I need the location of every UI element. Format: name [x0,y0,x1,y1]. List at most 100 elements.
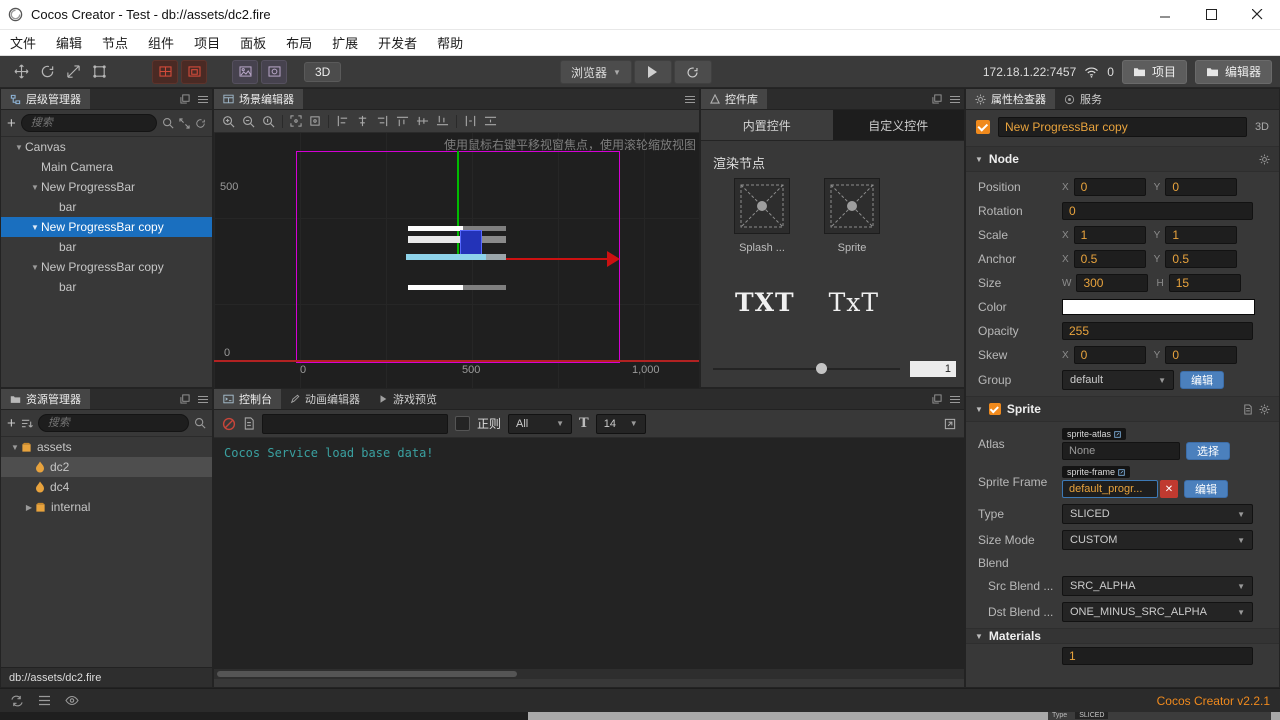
panel-menu-icon[interactable] [946,389,964,409]
open-project-button[interactable]: 项目 [1121,59,1187,84]
collapse-section-icon[interactable]: ▼ [975,405,983,414]
close-button[interactable] [1234,0,1280,29]
assets-search-input[interactable] [37,414,189,432]
node-name-input[interactable] [998,117,1247,137]
float-panel-icon[interactable] [176,389,194,409]
menu-file[interactable]: 文件 [0,30,46,55]
tab-inspector[interactable]: 属性检查器 [966,89,1055,109]
distribute-horizontal-icon[interactable] [464,115,477,127]
tab-widget-library[interactable]: 控件库 [701,89,767,109]
hierarchy-search-input[interactable] [20,114,157,132]
open-editor-button[interactable]: 编辑器 [1194,59,1272,84]
expand-arrow-icon[interactable]: ▼ [13,143,25,152]
image-tool-icon-2[interactable] [261,59,287,84]
sync-icon[interactable] [10,695,24,707]
menu-node[interactable]: 节点 [92,30,138,55]
font-size-dropdown[interactable]: 14 ▼ [595,413,646,434]
panel-menu-icon[interactable] [194,89,212,109]
collapse-section-icon[interactable]: ▼ [975,155,983,164]
tree-node-main-camera[interactable]: Main Camera [1,157,212,177]
minimize-button[interactable] [1142,0,1188,29]
widget-richtext[interactable]: TxT [829,288,879,317]
panel-menu-icon[interactable] [194,389,212,409]
position-y-input[interactable] [1165,178,1238,196]
sprite-atlas-badge[interactable]: sprite-atlas [1062,428,1127,440]
log-level-dropdown[interactable]: All ▼ [508,413,573,434]
console-log-area[interactable]: Cocos Service load base data! [214,438,964,669]
expand-all-icon[interactable] [179,117,190,129]
rotation-input[interactable] [1062,202,1253,220]
tab-builtin-widgets[interactable]: 内置控件 [701,110,833,140]
asset-folder-assets[interactable]: ▼ assets [1,437,212,457]
type-dropdown[interactable]: SLICED ▼ [1062,504,1253,524]
preview-target-dropdown[interactable]: 浏览器 ▼ [560,60,632,84]
widget-splash[interactable]: Splash ... [731,178,793,254]
skew-x-input[interactable] [1073,346,1146,364]
regex-checkbox[interactable] [455,416,470,431]
console-filter-input[interactable] [262,413,448,434]
maximize-button[interactable] [1188,0,1234,29]
align-right-icon[interactable] [376,115,389,127]
materials-size-input[interactable] [1062,647,1253,665]
create-asset-button[interactable]: + [7,416,16,431]
move-tool-icon[interactable] [8,61,34,83]
panel-menu-icon[interactable] [946,89,964,109]
widget-label[interactable]: TXT [735,288,795,317]
scene-viewport[interactable]: 使用鼠标右键平移视窗焦点，使用滚轮缩放视图 500 0 0 500 1,000 [214,133,699,391]
src-blend-dropdown[interactable]: SRC_ALPHA ▼ [1062,576,1253,596]
slider-thumb[interactable] [815,363,827,374]
eye-icon[interactable] [65,695,79,706]
tab-scene[interactable]: 场景编辑器 [214,89,303,109]
refresh-hierarchy-icon[interactable] [195,118,206,129]
expand-arrow-icon[interactable]: ▼ [9,443,21,452]
group-dropdown[interactable]: default ▼ [1062,370,1174,390]
selected-sprite-handle[interactable] [460,230,482,256]
tab-hierarchy[interactable]: 层级管理器 [1,89,90,109]
scrollbar-thumb[interactable] [217,671,517,677]
expand-arrow-icon[interactable]: ▼ [29,183,41,192]
zoom-out-icon[interactable] [242,115,255,128]
skew-y-input[interactable] [1165,346,1238,364]
red-tool-icon-1[interactable] [152,59,178,84]
anchor-y-input[interactable] [1165,250,1238,268]
group-edit-button[interactable]: 编辑 [1180,371,1224,389]
size-w-input[interactable] [1076,274,1149,292]
tab-custom-widgets[interactable]: 自定义控件 [832,110,964,140]
asset-file-dc2[interactable]: dc2 [1,457,212,477]
menu-project[interactable]: 项目 [184,30,230,55]
tree-node-progressbar-copy-selected[interactable]: ▼ New ProgressBar copy [1,217,212,237]
widget-sprite[interactable]: Sprite [821,178,883,254]
collapse-section-icon[interactable]: ▼ [975,632,983,641]
tree-node-canvas[interactable]: ▼ Canvas [1,137,212,157]
distribute-vertical-icon[interactable] [484,115,497,127]
size-mode-dropdown[interactable]: CUSTOM ▼ [1062,530,1253,550]
asset-folder-internal[interactable]: ▶ internal [1,497,212,517]
menu-layout[interactable]: 布局 [276,30,322,55]
create-node-button[interactable]: + [7,116,16,131]
menu-extension[interactable]: 扩展 [322,30,368,55]
tree-node-bar[interactable]: bar [1,237,212,257]
sprite-frame-edit-button[interactable]: 编辑 [1184,480,1228,498]
zoom-reset-icon[interactable] [262,115,275,128]
play-button[interactable] [633,60,672,84]
align-middle-horizontal-icon[interactable] [416,115,429,127]
float-panel-icon[interactable] [928,389,946,409]
slider-track[interactable] [713,363,900,374]
3d-mode-button[interactable]: 3D [304,61,342,82]
tree-node-bar[interactable]: bar [1,277,212,297]
menu-panel[interactable]: 面板 [230,30,276,55]
atlas-select-button[interactable]: 选择 [1186,442,1230,460]
rotate-tool-icon[interactable] [34,61,60,83]
node-active-checkbox[interactable] [976,120,990,134]
sort-icon[interactable] [21,418,33,429]
collapse-log-icon[interactable] [243,417,255,430]
sprite-docs-icon[interactable] [1243,403,1253,415]
task-list-icon[interactable] [38,695,51,706]
tab-assets[interactable]: 资源管理器 [1,389,90,409]
menu-help[interactable]: 帮助 [427,30,473,55]
node-settings-gear-icon[interactable] [1259,153,1270,165]
align-top-icon[interactable] [396,115,409,127]
menu-developer[interactable]: 开发者 [368,30,427,55]
sprite-settings-gear-icon[interactable] [1259,403,1270,415]
frame-selection-icon[interactable] [290,115,302,127]
